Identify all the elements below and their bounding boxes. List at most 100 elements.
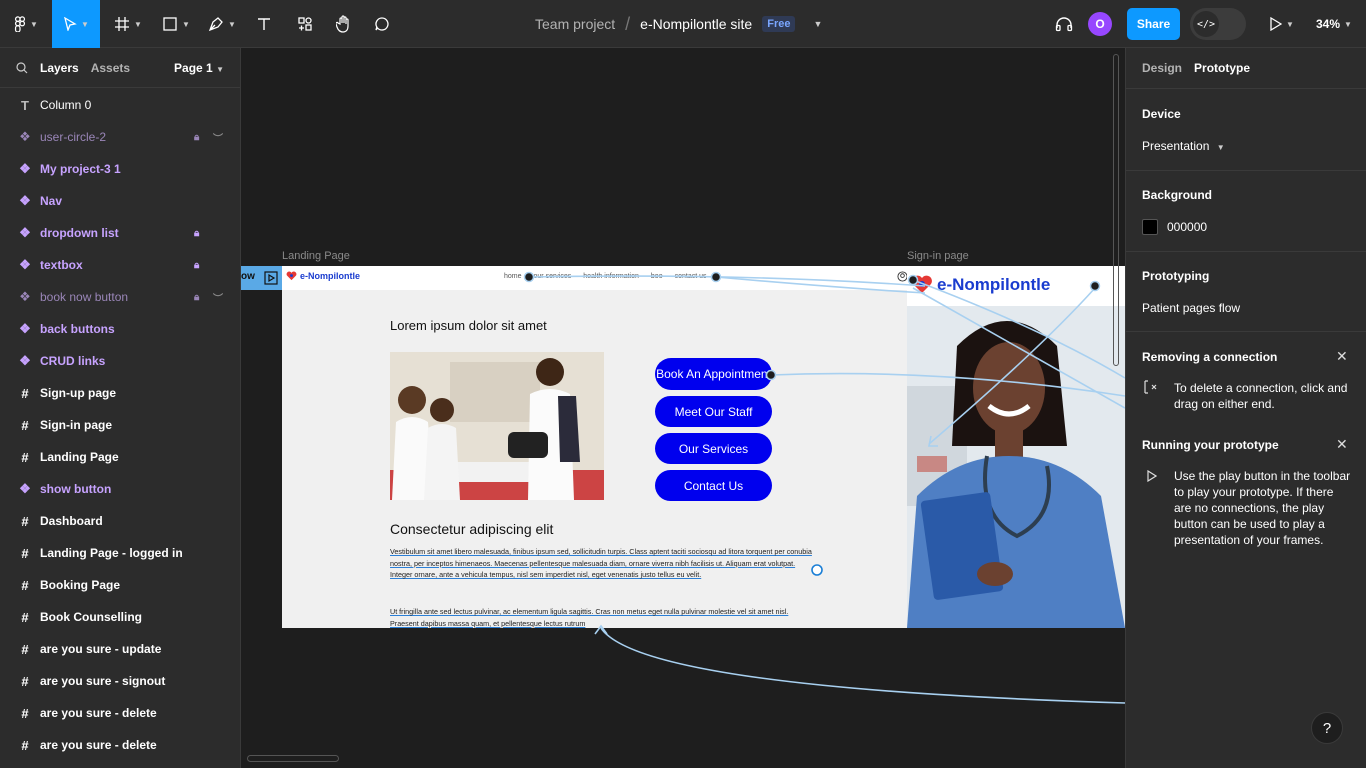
tab-prototype[interactable]: Prototype <box>1194 61 1250 75</box>
share-button[interactable]: Share <box>1127 8 1180 40</box>
file-menu-chevron-icon[interactable]: ▼ <box>813 19 822 29</box>
hand-tool-button[interactable] <box>330 0 358 48</box>
nav-link-services[interactable]: our services <box>534 273 572 280</box>
nav-link-health-info[interactable]: health information <box>583 273 639 280</box>
component-icon: ❖ <box>19 257 31 272</box>
frame-label-landing[interactable]: Landing Page <box>282 250 350 262</box>
device-dropdown[interactable]: Presentation ▼ <box>1142 139 1225 153</box>
layer-name: Landing Page <box>40 450 119 464</box>
device-title: Device <box>1142 107 1181 121</box>
nav-link-contact[interactable]: contact us <box>675 273 707 280</box>
present-button[interactable]: ▼ <box>1262 0 1302 48</box>
layer-item[interactable]: ❖ show button <box>0 473 240 505</box>
layer-item[interactable]: ❖ back buttons <box>0 313 240 345</box>
tab-design[interactable]: Design <box>1142 61 1182 75</box>
lock-icon[interactable]: 🔒︎ <box>194 132 199 143</box>
file-name[interactable]: e-Nompilontle site <box>640 16 752 32</box>
layer-item[interactable]: ❖ book now button 🔒︎ ︶ <box>0 281 240 313</box>
eye-closed-icon[interactable]: ︶ <box>213 290 223 305</box>
layer-item[interactable]: # Booking Page <box>0 569 240 601</box>
tab-layers[interactable]: Layers <box>40 61 79 75</box>
canvas[interactable]: ow Landing Page Sign-in page e-Nompilont… <box>241 48 1125 768</box>
frame-label-signin[interactable]: Sign-in page <box>907 250 969 262</box>
partial-frame[interactable]: ow <box>241 266 282 290</box>
book-appointment-button[interactable]: Book An Appointment <box>655 358 772 390</box>
layers-panel: Layers Assets Page 1 ▼ T Column 0 ❖ user… <box>0 48 241 768</box>
audio-button[interactable] <box>1050 0 1078 48</box>
layer-item[interactable]: ❖ user-circle-2 🔒︎ ︶ <box>0 121 240 153</box>
resources-icon <box>298 17 312 31</box>
signin-page-frame[interactable]: e-Nompilontle <box>907 266 1125 628</box>
frame-tool-button[interactable]: ▼ <box>108 0 148 48</box>
layer-item[interactable]: ❖ dropdown list 🔒︎ <box>0 217 240 249</box>
layer-item[interactable]: # are you sure - delete <box>0 729 240 761</box>
resources-button[interactable] <box>290 0 320 48</box>
layer-name: Dashboard <box>40 514 103 528</box>
our-services-button[interactable]: Our Services <box>655 433 772 464</box>
layer-item[interactable]: # are you sure - update <box>0 633 240 665</box>
lock-icon[interactable]: 🔒︎ <box>194 228 199 239</box>
background-section: Background 000000 <box>1126 170 1366 251</box>
zoom-dropdown[interactable]: 34% ▼ <box>1316 0 1352 48</box>
layer-item[interactable]: # Book Counselling <box>0 601 240 633</box>
breadcrumb: Team project / e-Nompilontle site Free ▼ <box>535 0 822 48</box>
flow-name[interactable]: Patient pages flow <box>1142 301 1240 315</box>
connection-remove-icon <box>1142 377 1162 397</box>
layer-item[interactable]: # Dashboard <box>0 505 240 537</box>
staff-photo <box>390 352 604 500</box>
avatar[interactable]: O <box>1088 12 1112 36</box>
layer-item[interactable]: T Column 0 <box>0 89 240 121</box>
layer-item[interactable]: # Landing Page - logged in <box>0 537 240 569</box>
frame-icon: # <box>21 705 29 721</box>
frame-icon: # <box>21 737 29 753</box>
flow-start-icon[interactable] <box>264 271 278 285</box>
dev-mode-toggle[interactable]: </> <box>1190 8 1246 40</box>
landing-logo: e-Nompilontle <box>286 271 360 281</box>
landing-page-frame[interactable]: e-Nompilontle home our services health i… <box>282 266 908 628</box>
lock-icon[interactable]: 🔒︎ <box>194 292 199 303</box>
component-icon: ❖ <box>19 129 31 144</box>
pen-tool-button[interactable]: ▼ <box>202 0 242 48</box>
text-tool-button[interactable] <box>250 0 278 48</box>
search-icon[interactable] <box>16 61 28 74</box>
component-icon: ❖ <box>19 481 31 496</box>
background-hex[interactable]: 000000 <box>1167 220 1207 234</box>
move-tool-button[interactable]: ▼ <box>52 0 100 48</box>
landing-nav-links: home our services health information boo… <box>504 273 707 280</box>
chevron-down-icon: ▼ <box>134 19 142 29</box>
comment-tool-button[interactable] <box>368 0 396 48</box>
layer-item[interactable]: # are you sure - delete <box>0 697 240 729</box>
horizontal-scrollbar[interactable] <box>247 755 339 762</box>
page-selector[interactable]: Page 1 ▼ <box>174 61 224 75</box>
prototyping-title: Prototyping <box>1142 269 1210 283</box>
layer-item[interactable]: ❖ My project-3 1 <box>0 153 240 185</box>
nurse-photo <box>907 306 1125 628</box>
layer-item[interactable]: ❖ Nav <box>0 185 240 217</box>
layer-item[interactable]: ❖ textbox 🔒︎ <box>0 249 240 281</box>
vertical-scrollbar[interactable] <box>1113 54 1119 366</box>
main-menu-button[interactable]: ▼ <box>8 0 44 48</box>
layer-item[interactable]: # are you sure - signout <box>0 665 240 697</box>
frame-icon: # <box>21 449 29 465</box>
component-icon: ❖ <box>19 289 31 304</box>
contact-us-button[interactable]: Contact Us <box>655 470 772 501</box>
nav-link-booking[interactable]: boo <box>651 273 663 280</box>
eye-closed-icon[interactable]: ︶ <box>213 130 223 145</box>
layer-item[interactable]: # Sign-up page <box>0 377 240 409</box>
layer-name: are you sure - delete <box>40 706 157 720</box>
background-swatch[interactable] <box>1142 219 1158 235</box>
zoom-level: 34% <box>1316 17 1341 31</box>
layer-item[interactable]: # Sign-in page <box>0 409 240 441</box>
tab-assets[interactable]: Assets <box>91 61 130 75</box>
shape-tool-button[interactable]: ▼ <box>156 0 196 48</box>
meet-staff-button[interactable]: Meet Our Staff <box>655 396 772 427</box>
layer-item[interactable]: ❖ CRUD links <box>0 345 240 377</box>
help-button[interactable]: ? <box>1311 712 1343 744</box>
close-icon[interactable]: ✕ <box>1336 436 1348 453</box>
nav-link-home[interactable]: home <box>504 273 522 280</box>
layer-name: Booking Page <box>40 578 121 592</box>
layer-item[interactable]: # Landing Page <box>0 441 240 473</box>
lock-icon[interactable]: 🔒︎ <box>194 260 199 271</box>
breadcrumb-team[interactable]: Team project <box>535 16 615 32</box>
close-icon[interactable]: ✕ <box>1336 348 1348 365</box>
